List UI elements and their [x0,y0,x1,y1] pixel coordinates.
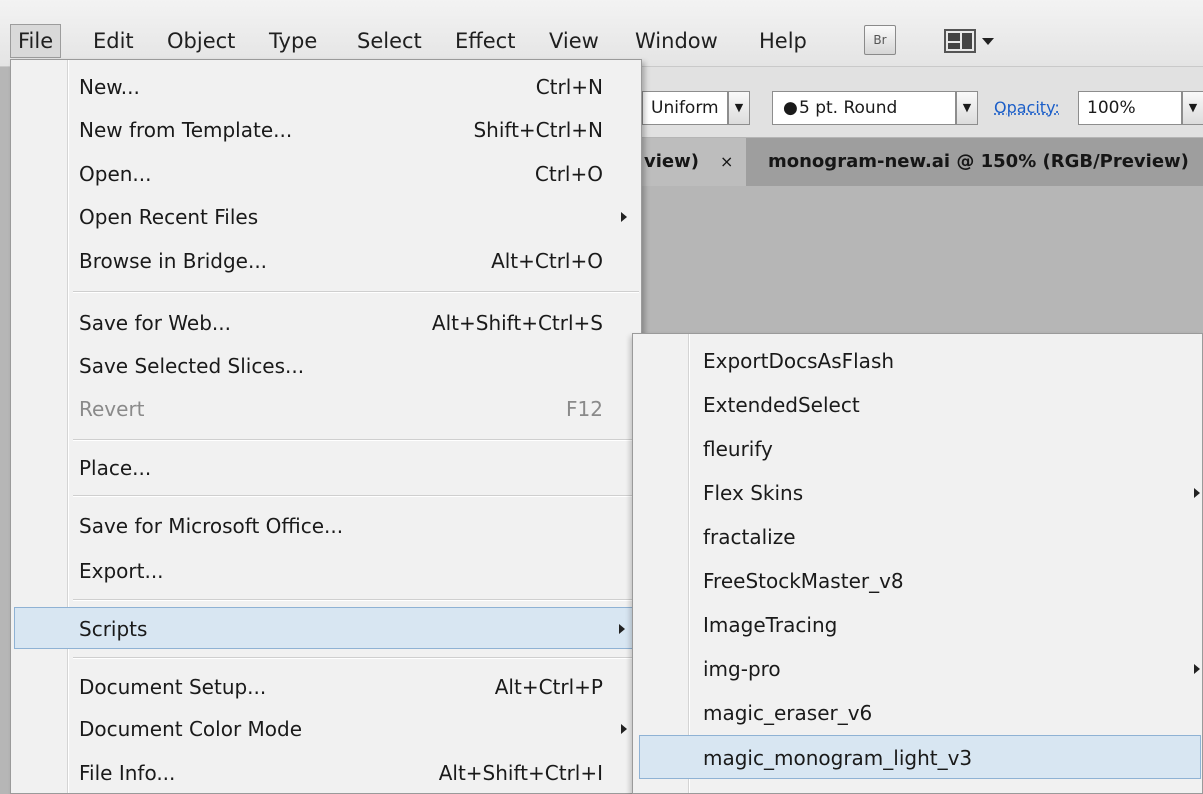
scripts-submenu: ExportDocsAsFlash ExtendedSelect fleurif… [632,333,1203,794]
menu-item-document-color-mode[interactable]: Document Color Mode [11,708,641,750]
menu-separator [73,657,639,659]
menu-view[interactable]: View [542,24,606,58]
brush-dropdown[interactable]: ● 5 pt. Round [772,91,956,125]
menu-bar: File Edit Object Type Select Effect View… [0,0,1203,67]
brush-dot-icon: ● [783,98,798,118]
opacity-label[interactable]: Opacity: [994,91,1060,125]
script-item-exportdocsasflash[interactable]: ExportDocsAsFlash [633,339,1202,383]
close-tab-icon[interactable]: × [720,138,733,186]
script-item-extendedselect[interactable]: ExtendedSelect [633,383,1202,427]
menu-select[interactable]: Select [350,24,429,58]
menu-separator [73,439,639,441]
document-tab-previous[interactable]: view) × [642,138,746,186]
script-item-flex-skins[interactable]: Flex Skins [633,471,1202,515]
previous-tab-title: view) [644,151,699,172]
menu-item-file-info[interactable]: File Info... Alt+Shift+Ctrl+I [11,752,641,794]
menu-object[interactable]: Object [160,24,242,58]
submenu-arrow-icon [621,212,627,222]
menu-item-open[interactable]: Open... Ctrl+O [11,153,641,195]
file-menu: New... Ctrl+N New from Template... Shift… [10,59,642,794]
submenu-arrow-icon [1194,488,1200,498]
menu-edit[interactable]: Edit [86,24,141,58]
menu-item-save-for-web[interactable]: Save for Web... Alt+Shift+Ctrl+S [11,302,641,344]
menu-effect[interactable]: Effect [448,24,522,58]
menu-item-place[interactable]: Place... [11,447,641,489]
menu-item-save-for-microsoft-office[interactable]: Save for Microsoft Office... [11,505,641,547]
menu-item-open-recent-files[interactable]: Open Recent Files [11,196,641,238]
menu-item-save-selected-slices[interactable]: Save Selected Slices... [11,345,641,387]
menu-item-new-from-template[interactable]: New from Template... Shift+Ctrl+N [11,109,641,151]
script-item-freestockmaster-v8[interactable]: FreeStockMaster_v8 [633,559,1202,603]
submenu-arrow-icon [619,624,625,634]
script-item-magic-eraser-v6[interactable]: magic_eraser_v6 [633,691,1202,735]
profile-dropdown[interactable]: Uniform [642,91,728,125]
menu-item-new[interactable]: New... Ctrl+N [11,66,641,108]
menu-window[interactable]: Window [628,24,725,58]
menu-file[interactable]: File [10,24,62,58]
menu-separator [73,291,639,293]
menu-type[interactable]: Type [262,24,324,58]
opacity-dropdown-arrow[interactable]: ▼ [1182,91,1203,125]
menu-item-revert[interactable]: Revert F12 [11,388,641,430]
opacity-input[interactable]: 100% [1078,91,1182,125]
profile-dropdown-arrow[interactable]: ▼ [728,91,750,125]
script-item-fractalize[interactable]: fractalize [633,515,1202,559]
bridge-icon[interactable]: Br [864,25,896,55]
menu-separator [73,495,639,497]
script-item-img-pro[interactable]: img-pro [633,647,1202,691]
control-bar: Uniform ▼ ● 5 pt. Round ▼ Opacity: 100% … [642,67,1203,138]
menu-item-export[interactable]: Export... [11,550,641,592]
brush-value: 5 pt. Round [799,98,898,118]
submenu-arrow-icon [621,724,627,734]
document-tab-bar: view) × monogram-new.ai @ 150% (RGB/Prev… [642,138,1203,186]
menu-separator [73,599,639,601]
script-item-magic-monogram-light-v3[interactable]: magic_monogram_light_v3 [639,735,1201,779]
menu-help[interactable]: Help [752,24,814,58]
document-tab-active[interactable]: monogram-new.ai @ 150% (RGB/Preview) [768,138,1203,186]
script-item-imagetracing[interactable]: ImageTracing [633,603,1202,647]
menu-item-document-setup[interactable]: Document Setup... Alt+Ctrl+P [11,666,641,708]
menu-item-scripts[interactable]: Scripts [14,607,636,649]
script-item-fleurify[interactable]: fleurify [633,427,1202,471]
arrange-documents-icon[interactable] [944,28,1006,54]
menu-item-browse-in-bridge[interactable]: Browse in Bridge... Alt+Ctrl+O [11,240,641,282]
brush-dropdown-arrow[interactable]: ▼ [956,91,978,125]
submenu-arrow-icon [1194,664,1200,674]
